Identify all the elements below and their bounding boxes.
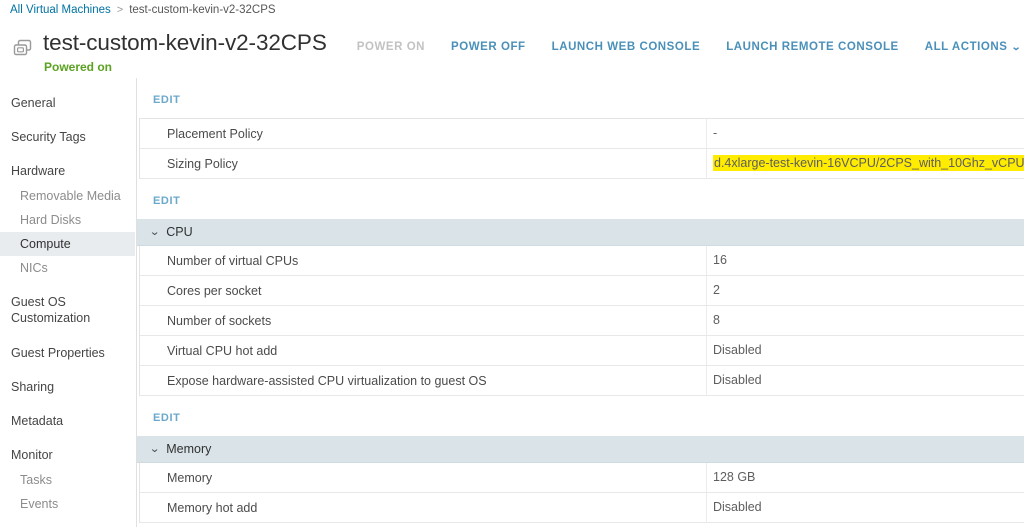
edit-memory-button[interactable]: EDIT [153,412,180,424]
table-row: Cores per socket 2 [140,276,1024,306]
status-badge: Powered on [44,60,113,74]
table-row: Placement Policy - [140,119,1024,149]
sidebar-item-compute[interactable]: Compute [0,232,135,256]
row-label: Number of virtual CPUs [167,253,299,268]
table-row: Memory hot add Disabled [140,493,1024,523]
row-label: Expose hardware-assisted CPU virtualizat… [167,373,487,388]
row-label: Sizing Policy [167,156,238,171]
section-title: CPU [166,225,193,239]
sidebar-group-monitor[interactable]: Monitor [0,442,136,468]
section-header-cpu[interactable]: ⌄ CPU [137,219,1024,246]
row-value: 128 GB [706,463,1024,492]
row-value: Disabled [706,336,1024,365]
sidebar-item-hard-disks[interactable]: Hard Disks [0,208,136,232]
table-row: Number of virtual CPUs 16 [140,246,1024,276]
chevron-down-icon: ⌄ [1011,42,1023,53]
breadcrumb-link-all-virtual-machines[interactable]: All Virtual Machines [10,4,111,16]
chevron-down-icon: ⌄ [149,442,161,455]
sidebar-item-guest-os-customization[interactable]: Guest OS Customization [0,288,136,332]
edit-cpu-button[interactable]: EDIT [153,195,180,207]
breadcrumb: All Virtual Machines > test-custom-kevin… [0,0,1024,20]
page-title: test-custom-kevin-v2-32CPS [43,30,327,55]
launch-web-console-button[interactable]: LAUNCH WEB CONSOLE [539,41,714,53]
row-label: Cores per socket [167,283,262,298]
row-label: Placement Policy [167,126,263,141]
memory-table: Memory 128 GB Memory hot add Disabled [139,463,1024,523]
main-content: EDIT Placement Policy - Sizing Policy d.… [137,78,1024,527]
page-header: test-custom-kevin-v2-32CPS POWER ON POWE… [0,20,1024,78]
table-row: Expose hardware-assisted CPU virtualizat… [140,366,1024,396]
sidebar-item-events[interactable]: Events [0,492,136,516]
virtual-machine-icon [12,38,34,60]
sidebar-group-hardware[interactable]: Hardware [0,158,136,184]
table-row: Virtual CPU hot add Disabled [140,336,1024,366]
page-body: General Security Tags Hardware Removable… [0,78,1024,527]
title-row: test-custom-kevin-v2-32CPS POWER ON POWE… [43,30,1024,56]
table-row: Sizing Policy d.4xlarge-test-kevin-16VCP… [140,149,1024,179]
sidebar-item-metadata[interactable]: Metadata [0,408,136,434]
row-value: - [706,119,1024,148]
action-bar: POWER ON POWER OFF LAUNCH WEB CONSOLE LA… [344,41,1024,53]
edit-bar-cpu: EDIT [137,179,1024,219]
row-value: 8 [706,306,1024,335]
edit-bar-memory: EDIT [137,396,1024,436]
sidebar-item-security-tags[interactable]: Security Tags [0,124,136,150]
section-title: Memory [166,442,212,456]
row-label: Virtual CPU hot add [167,343,278,358]
title-block: test-custom-kevin-v2-32CPS POWER ON POWE… [43,30,1024,74]
row-value: 16 [706,246,1024,275]
sidebar-item-general[interactable]: General [0,90,136,116]
row-label: Memory [167,470,213,485]
edit-policies-button[interactable]: EDIT [153,94,180,106]
cpu-table: Number of virtual CPUs 16 Cores per sock… [139,246,1024,396]
row-value: 2 [706,276,1024,305]
section-header-memory[interactable]: ⌄ Memory [137,436,1024,463]
vm-compute-page: All Virtual Machines > test-custom-kevin… [0,0,1024,527]
sidebar-item-sharing[interactable]: Sharing [0,374,136,400]
policies-table: Placement Policy - Sizing Policy d.4xlar… [139,118,1024,179]
sidebar-item-guest-properties[interactable]: Guest Properties [0,340,136,366]
row-value: Disabled [706,493,1024,522]
sidebar-item-tasks[interactable]: Tasks [0,468,136,492]
launch-remote-console-button[interactable]: LAUNCH REMOTE CONSOLE [713,41,912,53]
edit-bar-policies: EDIT [137,78,1024,118]
breadcrumb-separator-icon: > [116,4,124,16]
sidebar-item-nics[interactable]: NICs [0,256,136,280]
all-actions-label: ALL ACTIONS [924,41,1008,53]
table-row: Memory 128 GB [140,463,1024,493]
breadcrumb-current: test-custom-kevin-v2-32CPS [129,4,276,16]
all-actions-button[interactable]: ALL ACTIONS ⌄ [912,41,1024,53]
sidebar: General Security Tags Hardware Removable… [0,78,137,527]
row-value: d.4xlarge-test-kevin-16VCPU/2CPS_with_10… [706,149,1024,178]
row-value: Disabled [706,366,1024,395]
sidebar-item-removable-media[interactable]: Removable Media [0,184,136,208]
chevron-down-icon: ⌄ [149,225,161,238]
sizing-policy-value-highlight: d.4xlarge-test-kevin-16VCPU/2CPS_with_10… [713,155,1024,171]
power-off-button[interactable]: POWER OFF [438,41,539,53]
row-label: Number of sockets [167,313,272,328]
power-on-button[interactable]: POWER ON [344,41,438,53]
table-row: Number of sockets 8 [140,306,1024,336]
row-label: Memory hot add [167,500,258,515]
